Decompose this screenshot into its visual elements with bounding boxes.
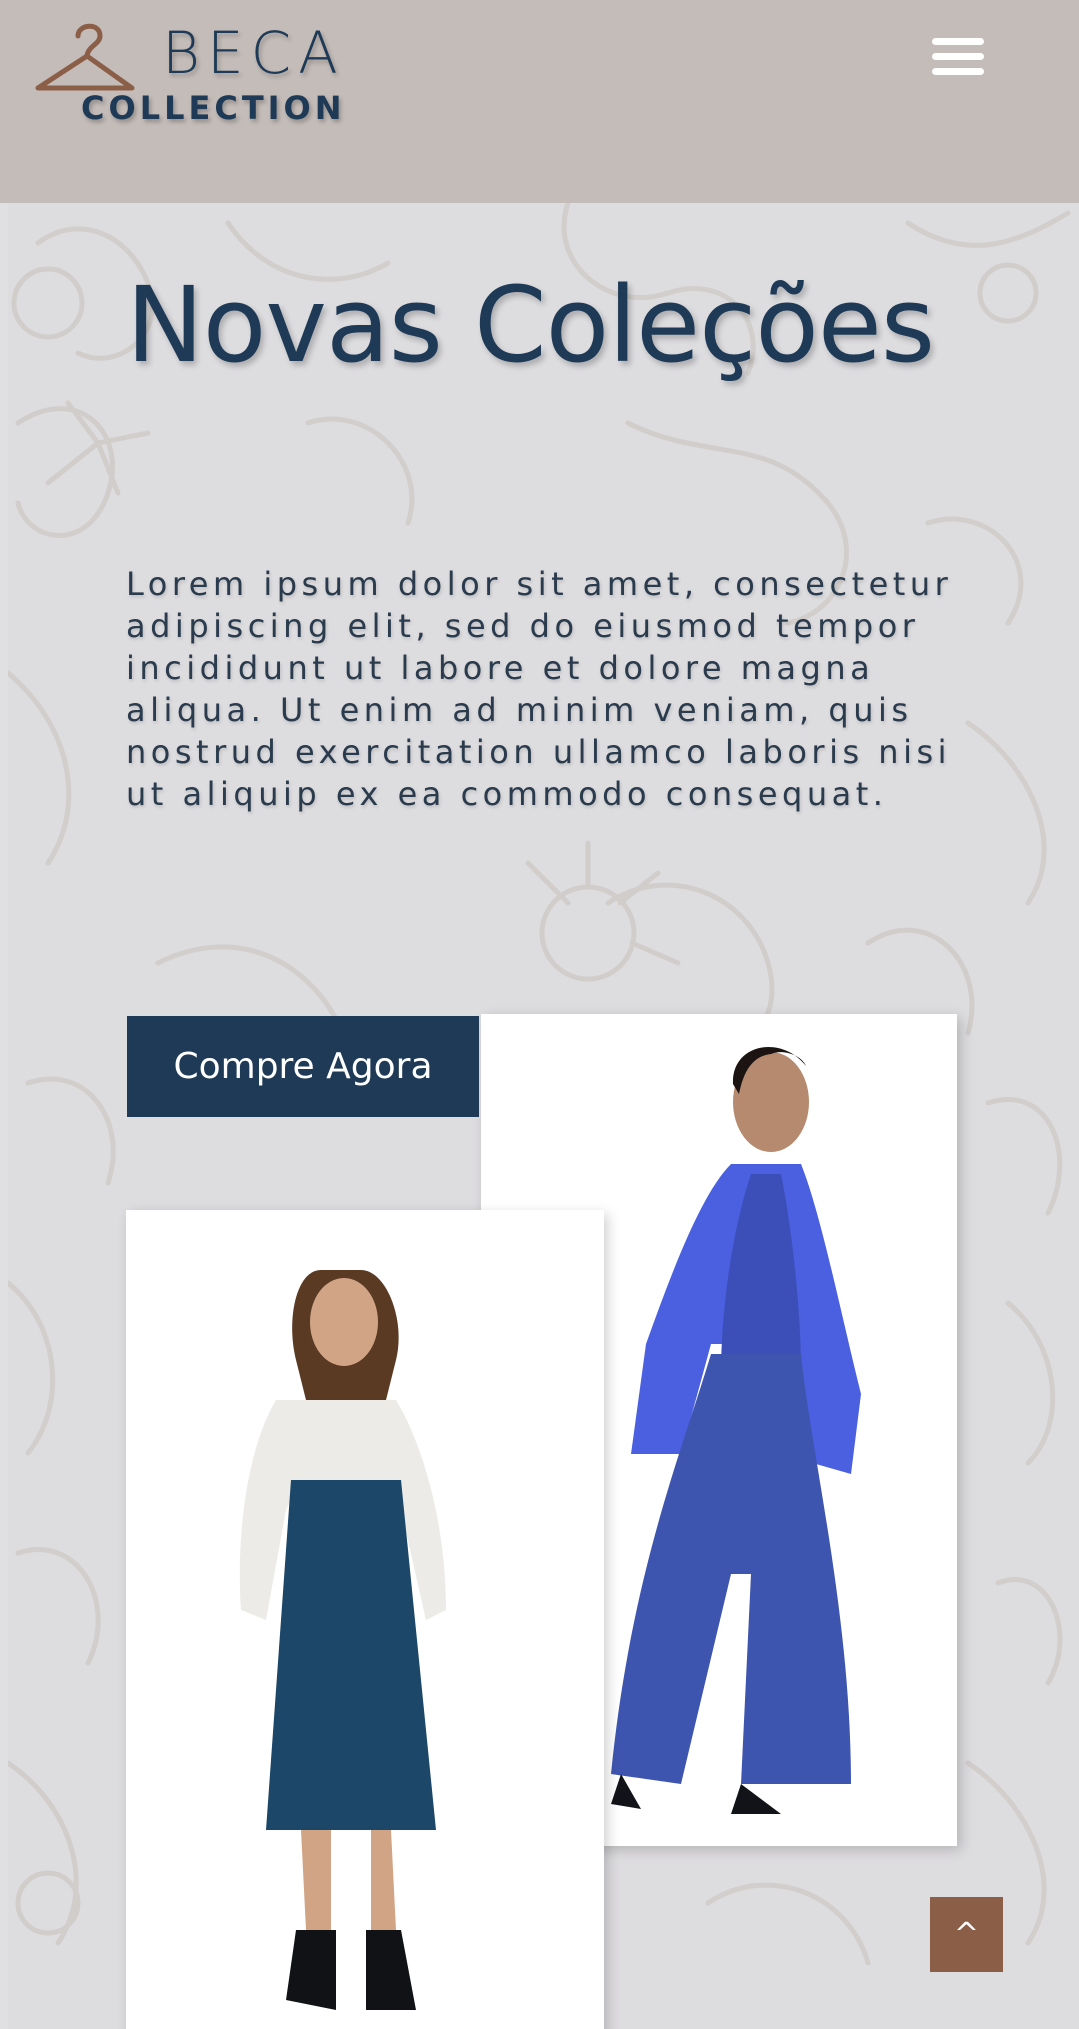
scroll-to-top-button[interactable]: ^ bbox=[930, 1897, 1003, 1972]
fashion-photo-navy-skirt bbox=[126, 1210, 604, 2029]
logo-subtitle: COLLECTION bbox=[81, 89, 346, 127]
hero-section: Novas Coleções Lorem ipsum dolor sit ame… bbox=[8, 203, 1079, 2029]
logo-wordmark: BECA bbox=[162, 19, 345, 87]
page-title: Novas Coleções bbox=[126, 264, 935, 386]
hero-description: Lorem ipsum dolor sit amet, consectetur … bbox=[126, 565, 953, 813]
hamburger-menu-icon[interactable] bbox=[924, 34, 992, 90]
site-header: BECA COLLECTION bbox=[0, 0, 1079, 203]
shop-now-button[interactable]: Compre Agora bbox=[127, 1016, 479, 1117]
hanger-icon bbox=[35, 23, 135, 91]
brand-logo[interactable]: BECA COLLECTION bbox=[34, 18, 342, 133]
